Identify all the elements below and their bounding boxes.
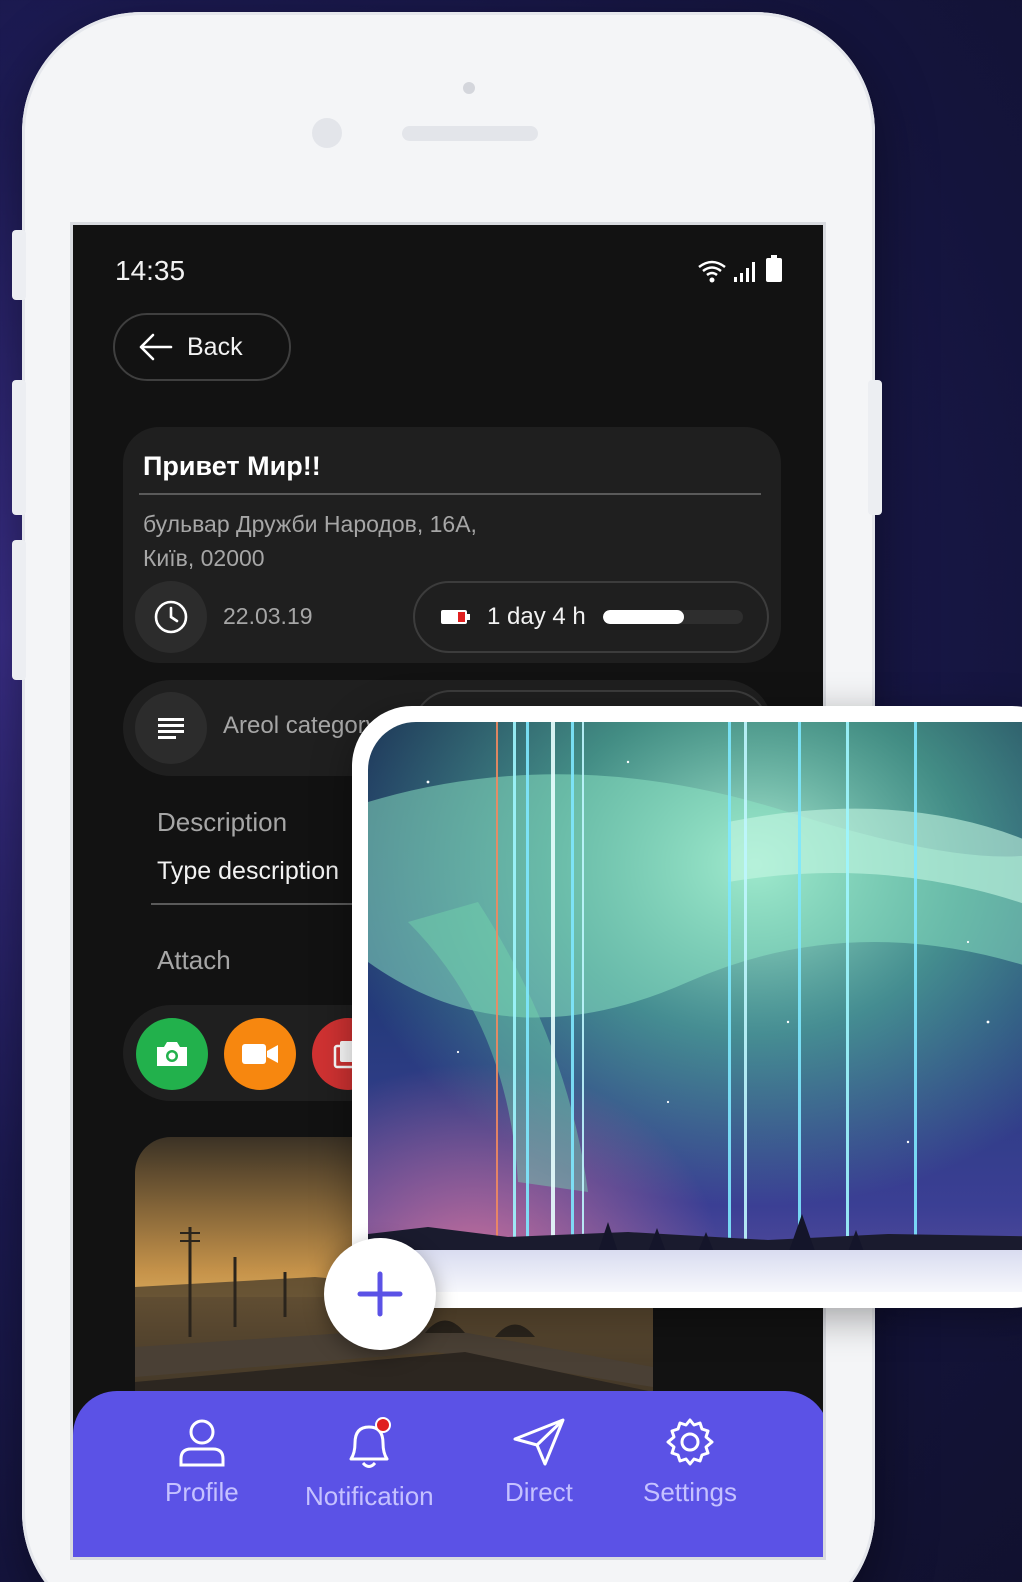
wifi-icon <box>698 260 726 283</box>
event-address: бульвар Дружби Народов, 16А, Київ, 02000 <box>143 507 563 575</box>
camera-icon <box>157 1042 187 1066</box>
video-camera-icon <box>242 1044 278 1064</box>
send-icon <box>513 1418 565 1466</box>
title-divider <box>139 493 761 495</box>
event-date: 22.03.19 <box>223 603 313 629</box>
tab-direct[interactable]: Direct <box>505 1417 573 1508</box>
notification-badge <box>375 1417 392 1433</box>
description-input[interactable]: Type description <box>157 857 339 886</box>
front-camera <box>312 118 342 148</box>
time-progress-fill <box>603 610 685 624</box>
battery-icon <box>766 255 782 282</box>
tab-profile-label: Profile <box>165 1477 239 1507</box>
tab-settings[interactable]: Settings <box>643 1417 737 1508</box>
user-icon <box>179 1419 225 1467</box>
address-line-2: Київ, 02000 <box>143 545 265 571</box>
back-button[interactable]: Back <box>113 313 291 381</box>
description-label: Description <box>157 807 288 837</box>
status-icons <box>697 255 783 283</box>
bottom-tab-bar: Profile Notification Direct Settings <box>73 1391 823 1557</box>
category-label: Areol category <box>223 712 378 739</box>
arrow-left-icon <box>139 333 173 361</box>
attach-label: Attach <box>157 945 231 975</box>
aurora-photo-image <box>368 722 1022 1292</box>
attach-video-button[interactable] <box>224 1018 296 1090</box>
event-card: Привет Мир!! бульвар Дружби Народов, 16А… <box>123 427 781 663</box>
tab-notification-label: Notification <box>305 1481 434 1511</box>
time-remaining-label: 1 day 4 h <box>487 603 586 630</box>
bell-icon <box>349 1417 392 1468</box>
power-button <box>868 380 882 515</box>
aurora-photo-card[interactable] <box>352 706 1022 1308</box>
back-label: Back <box>187 332 243 361</box>
mute-switch <box>12 230 26 300</box>
plus-icon <box>357 1271 403 1317</box>
add-button[interactable] <box>324 1238 436 1350</box>
event-title: Привет Мир!! <box>143 451 321 481</box>
tab-direct-label: Direct <box>505 1477 573 1507</box>
volume-down-button <box>12 540 26 680</box>
clock-icon <box>154 600 188 634</box>
gear-icon <box>666 1418 714 1466</box>
category-icon-button <box>135 692 207 764</box>
aurora-photo <box>368 722 1022 1292</box>
tab-profile[interactable]: Profile <box>165 1417 239 1508</box>
attach-camera-button[interactable] <box>136 1018 208 1090</box>
sensor-dot <box>463 82 475 94</box>
time-progress-bar <box>603 610 743 624</box>
status-time: 14:35 <box>115 255 186 286</box>
volume-up-button <box>12 380 26 515</box>
signal-icon <box>734 262 755 282</box>
date-button[interactable] <box>135 581 207 653</box>
address-line-1: бульвар Дружби Народов, 16А, <box>143 511 477 537</box>
list-icon <box>158 718 184 739</box>
time-remaining-pill: 1 day 4 h <box>413 581 769 653</box>
tab-notification[interactable]: Notification <box>305 1417 434 1512</box>
earpiece-speaker <box>402 126 538 141</box>
low-battery-icon <box>441 610 470 624</box>
tab-settings-label: Settings <box>643 1477 737 1507</box>
